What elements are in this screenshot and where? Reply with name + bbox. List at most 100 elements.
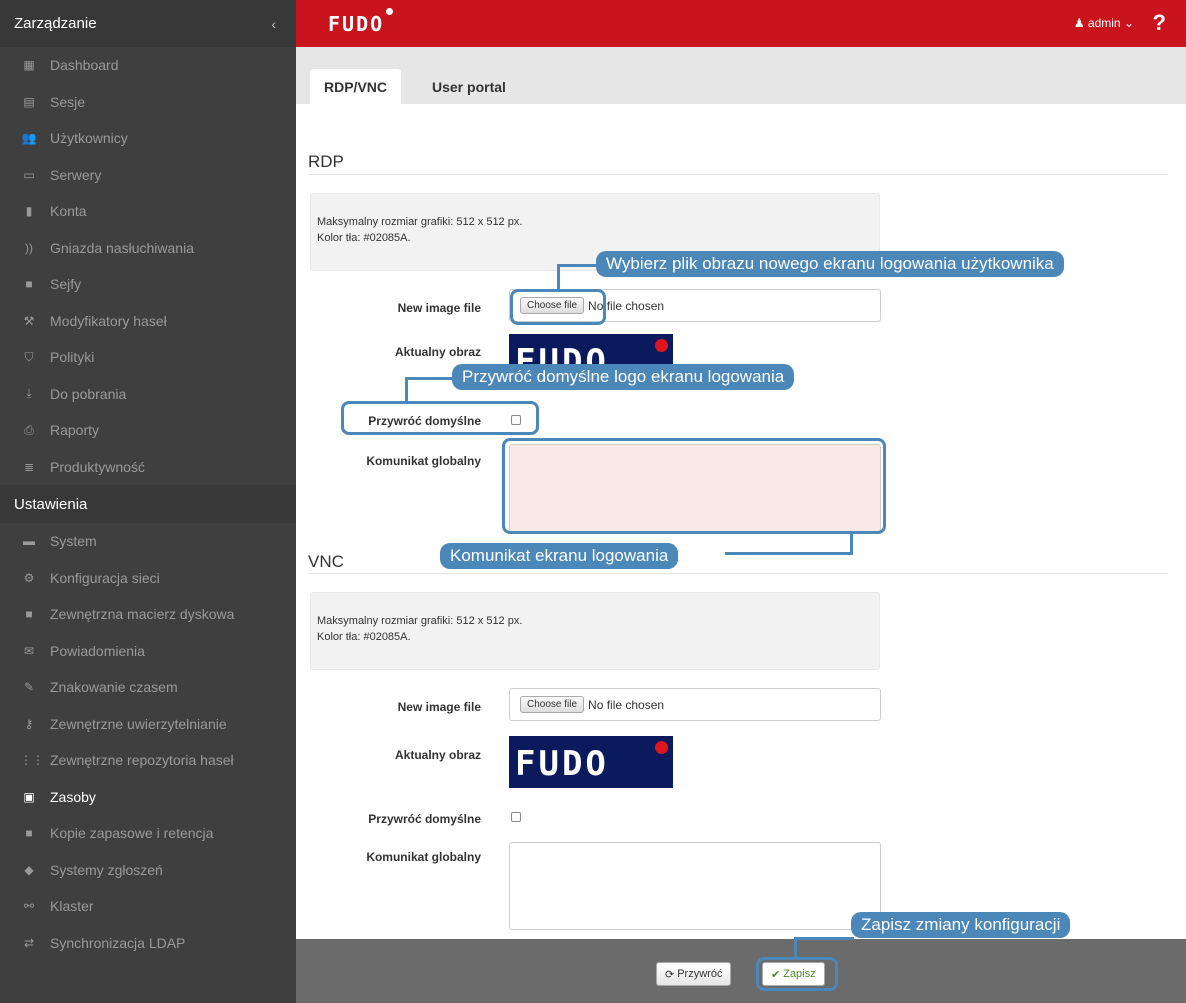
rdp-current-image-label: Aktualny obraz: [394, 345, 481, 359]
sidebar-item-gniazda-nasłuchiwania[interactable]: )) Gniazda nasłuchiwania: [0, 230, 296, 267]
sidebar-item-klaster[interactable]: ⚯ Klaster: [0, 888, 296, 925]
sidebar-icon: ✉: [23, 643, 35, 658]
sidebar-item-label: Modyfikatory haseł: [50, 312, 167, 329]
sidebar-item-zewnętrzne-repozytoria-haseł[interactable]: ⋮⋮ Zewnętrzne repozytoria haseł: [0, 742, 296, 779]
sidebar-icon: ⛉: [24, 349, 34, 364]
sidebar-icon: ■: [25, 277, 33, 292]
vnc-choose-file-button[interactable]: Choose file: [520, 696, 585, 713]
leader-line: [725, 552, 853, 555]
rdp-info-size: Maksymalny rozmiar grafiki: 512 x 512 px…: [317, 216, 523, 228]
sidebar-item-label: Sesje: [50, 93, 86, 110]
sidebar-icon: ◆: [24, 862, 34, 877]
sidebar-item-do-pobrania[interactable]: ⤓ Do pobrania: [0, 376, 296, 413]
tab-user-portal[interactable]: User portal: [418, 69, 520, 104]
sidebar-item-konta[interactable]: ▮ Konta: [0, 193, 296, 230]
tab-bar: RDP/VNC User portal: [296, 47, 1186, 104]
sidebar-icon: ▮: [25, 204, 33, 219]
sidebar-item-label: Użytkownicy: [50, 130, 128, 147]
sidebar-item-zewnętrzna-macierz-dyskowa[interactable]: ■ Zewnętrzna macierz dyskowa: [0, 596, 296, 633]
sidebar-item-label: Powiadomienia: [50, 642, 145, 659]
collapse-sidebar-icon[interactable]: ‹: [271, 16, 276, 32]
sidebar-item-sesje[interactable]: ▤ Sesje: [0, 84, 296, 121]
sidebar-item-znakowanie-czasem[interactable]: ✎ Znakowanie czasem: [0, 669, 296, 706]
vnc-info-size: Maksymalny rozmiar grafiki: 512 x 512 px…: [317, 615, 523, 627]
sidebar-item-polityki[interactable]: ⛉ Polityki: [0, 339, 296, 376]
sidebar-item-system[interactable]: ▬ System: [0, 523, 296, 560]
user-menu[interactable]: ♟ admin ⌄: [1074, 16, 1134, 30]
topbar: FUDO ♟ admin ⌄ ?: [296, 0, 1186, 47]
login-message-highlight: [502, 438, 886, 534]
sidebar-icon: ■: [25, 826, 33, 841]
reset-button[interactable]: ⟳ Przywróć: [656, 962, 732, 986]
logo-text: FUDO: [328, 12, 385, 36]
leader-line: [850, 531, 853, 553]
reset-button-label: Przywróć: [677, 968, 723, 980]
sidebar-icon: ⚯: [23, 899, 35, 914]
rdp-new-image-label: New image file: [397, 301, 481, 315]
sidebar-item-label: Produktywność: [50, 458, 145, 475]
vnc-file-input[interactable]: Choose file No file chosen: [509, 688, 881, 721]
sidebar-item-powiadomienia[interactable]: ✉ Powiadomienia: [0, 633, 296, 670]
sidebar-icon: ≣: [23, 459, 35, 474]
sidebar-header-title: Zarządzanie: [14, 15, 97, 32]
help-icon[interactable]: ?: [1153, 10, 1166, 36]
sidebar-item-label: Gniazda nasłuchiwania: [50, 239, 194, 256]
vnc-info-color: Kolor tła: #02085A.: [317, 631, 411, 643]
restore-default-highlight: [341, 401, 539, 435]
sidebar-item-sejfy[interactable]: ■ Sejfy: [0, 266, 296, 303]
vnc-global-message-textarea[interactable]: [509, 842, 881, 930]
callout-restore-default: Przywróć domyślne logo ekranu logowania: [452, 364, 795, 390]
sidebar-icon: ⤓: [26, 386, 32, 401]
leader-line: [557, 264, 599, 267]
tab-rdp-vnc[interactable]: RDP/VNC: [310, 69, 402, 104]
vnc-restore-default-checkbox[interactable]: [511, 812, 521, 822]
rdp-section-title: RDP: [308, 152, 344, 171]
sidebar-icon: ▦: [23, 58, 35, 73]
sidebar-item-label: Systemy zgłoszeń: [50, 861, 163, 878]
sidebar-item-label: Raporty: [50, 422, 100, 439]
sidebar-icon: ⇄: [23, 935, 35, 950]
sidebar-item-zewnętrzne-uwierzytelnianie[interactable]: ⚷ Zewnętrzne uwierzytelnianie: [0, 706, 296, 743]
sidebar-item-label: Klaster: [50, 898, 94, 915]
sidebar: Zarządzanie ‹ ▦ Dashboard ▤ Sesje 👥 Użytkowni…: [0, 0, 296, 1003]
sidebar-item-użytkownicy[interactable]: 👥 Użytkownicy: [0, 120, 296, 157]
sidebar-item-label: System: [50, 533, 97, 550]
settings-section-header: Ustawienia: [0, 485, 296, 523]
vnc-no-file-text: No file chosen: [588, 697, 665, 712]
sidebar-icon: ▣: [23, 789, 35, 804]
sidebar-item-dashboard[interactable]: ▦ Dashboard: [0, 47, 296, 84]
vnc-restore-default-label: Przywróć domyślne: [368, 812, 481, 826]
footer-bar: ⟳ Przywróć ✔ Zapisz: [296, 939, 1186, 1003]
sidebar-item-raporty[interactable]: ⎙ Raporty: [0, 412, 296, 449]
fudo-logo[interactable]: FUDO: [328, 8, 394, 36]
callout-login-message: Komunikat ekranu logowania: [440, 543, 679, 569]
sidebar-item-synchronizacja-ldap[interactable]: ⇄ Synchronizacja LDAP: [0, 925, 296, 962]
sidebar-item-label: Polityki: [50, 349, 95, 366]
sidebar-icon: 👥: [21, 131, 37, 146]
sidebar-icon: ■: [25, 607, 33, 622]
sidebar-item-label: Zewnętrzne uwierzytelnianie: [50, 715, 227, 732]
sidebar-item-label: Do pobrania: [50, 385, 127, 402]
sidebar-item-serwery[interactable]: ▭ Serwery: [0, 157, 296, 194]
leader-line: [405, 377, 408, 403]
sidebar-item-kopie-zapasowe-i-retencja[interactable]: ■ Kopie zapasowe i retencja: [0, 815, 296, 852]
vnc-global-message-label: Komunikat globalny: [366, 850, 481, 864]
rdp-info-color: Kolor tła: #02085A.: [317, 232, 411, 244]
sidebar-item-label: Serwery: [50, 166, 102, 183]
sidebar-icon: )): [25, 240, 33, 255]
leader-line: [405, 377, 455, 380]
sidebar-item-produktywność[interactable]: ≣ Produktywność: [0, 449, 296, 486]
divider: [308, 573, 1168, 574]
sidebar-item-zasoby[interactable]: ▣ Zasoby: [0, 779, 296, 816]
vnc-logo-image-text: FUDO: [515, 744, 609, 784]
sidebar-item-systemy-zgłoszeń[interactable]: ◆ Systemy zgłoszeń: [0, 852, 296, 889]
sidebar-icon: ▭: [23, 167, 35, 182]
sidebar-icon: ▬: [23, 534, 35, 549]
vnc-current-image: FUDO: [509, 736, 673, 788]
leader-line: [794, 938, 797, 959]
sidebar-item-konfiguracja-sieci[interactable]: ⚙ Konfiguracja sieci: [0, 560, 296, 597]
refresh-icon: ⟳: [665, 968, 675, 981]
sidebar-icon: ⚷: [24, 716, 34, 731]
sidebar-item-modyfikatory-haseł[interactable]: ⚒ Modyfikatory haseł: [0, 303, 296, 340]
leader-line: [557, 264, 560, 291]
